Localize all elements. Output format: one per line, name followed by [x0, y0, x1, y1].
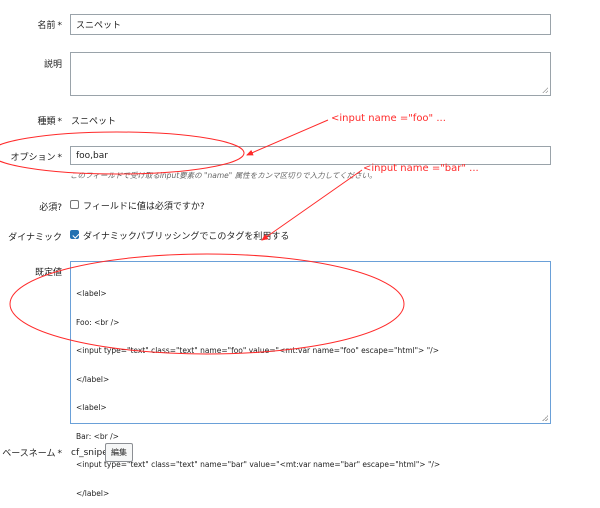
annotation-foo: <input name ="foo" ...	[331, 113, 446, 124]
options-highlight-ellipse	[0, 131, 245, 175]
default-value-highlight-ellipse	[9, 253, 405, 355]
code-line: </label>	[76, 488, 110, 498]
bar-arrow	[261, 169, 363, 241]
foo-arrow	[246, 119, 329, 156]
annotation-bar: <input name ="bar" ...	[363, 163, 479, 174]
annotation-overlay	[0, 119, 405, 355]
